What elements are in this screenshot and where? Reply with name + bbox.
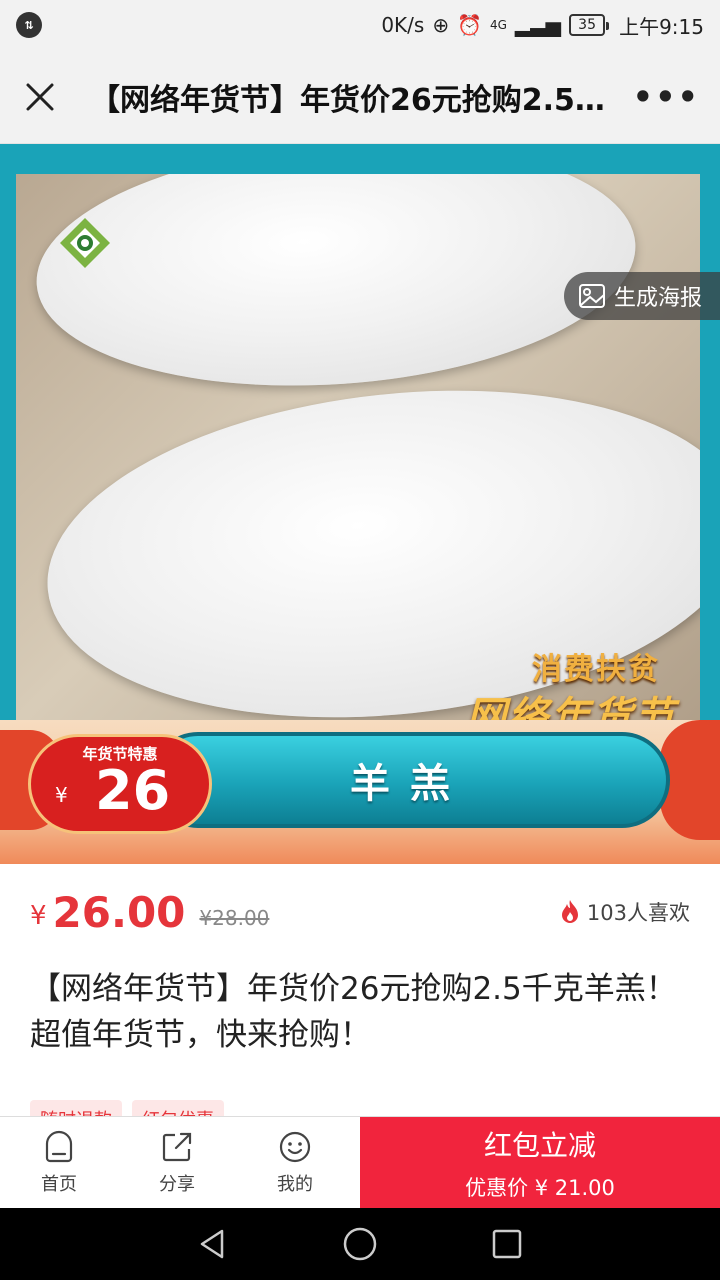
price-currency: ¥ bbox=[30, 901, 47, 931]
battery-icon: 35 bbox=[569, 14, 610, 36]
title-bar: 【网络年货节】年货价26元抢购2.5… ••• bbox=[0, 50, 720, 144]
price-badge: 年货节特惠 ¥ 26 bbox=[28, 734, 212, 834]
nav-mine[interactable]: 我的 bbox=[236, 1117, 354, 1209]
signal-icon: ▂▃▅ bbox=[514, 13, 562, 37]
home-icon bbox=[45, 1130, 73, 1163]
nav-home[interactable]: 首页 bbox=[0, 1117, 118, 1209]
badge-currency: ¥ bbox=[55, 783, 68, 807]
back-triangle-icon bbox=[201, 1229, 224, 1259]
system-recent-button[interactable] bbox=[487, 1224, 527, 1264]
likes-count[interactable]: 103人喜欢 bbox=[559, 897, 690, 927]
bottom-action-bar: 首页 分享 我的 红包立减 优惠价 ¥ 21.00 bbox=[0, 1116, 720, 1209]
original-price: ¥28.00 bbox=[199, 906, 270, 930]
network-type: 4G bbox=[489, 18, 507, 32]
data-icon: ⊕ bbox=[432, 13, 450, 37]
product-name-pill: 羊羔 bbox=[150, 732, 670, 828]
nav-mine-label: 我的 bbox=[277, 1174, 313, 1195]
battery-level: 35 bbox=[578, 17, 596, 33]
status-left: ⇅ bbox=[16, 12, 42, 38]
likes-label: 103人喜欢 bbox=[586, 901, 690, 925]
price-row: ¥ 26.00 ¥28.00 103人喜欢 bbox=[0, 864, 720, 960]
status-right: 0K/s ⊕ ⏰ 4G ▂▃▅ 35 上午9:15 bbox=[381, 11, 704, 40]
share-icon bbox=[162, 1132, 192, 1162]
product-banner: 羊羔 年货节特惠 ¥ 26 bbox=[0, 720, 720, 864]
buy-discount-price: 优惠价 ¥ 21.00 bbox=[465, 1176, 615, 1200]
close-button[interactable] bbox=[20, 77, 60, 117]
clock: 上午9:15 bbox=[619, 14, 704, 39]
close-icon bbox=[26, 83, 54, 110]
nav-home-label: 首页 bbox=[41, 1174, 77, 1195]
nav-share-label: 分享 bbox=[159, 1174, 195, 1195]
more-icon: ••• bbox=[632, 77, 700, 116]
generate-poster-button[interactable]: 生成海报 bbox=[563, 272, 720, 320]
badge-price: 26 bbox=[95, 759, 171, 822]
buy-title: 红包立减 bbox=[483, 1129, 596, 1162]
status-bar: ⇅ 0K/s ⊕ ⏰ 4G ▂▃▅ 35 上午9:15 bbox=[0, 0, 720, 50]
fire-icon bbox=[561, 900, 578, 923]
watermark-line1: 消费扶贫 bbox=[532, 652, 660, 687]
brand-logo-icon bbox=[60, 218, 110, 268]
current-price: 26.00 bbox=[52, 887, 186, 937]
product-description: 【网络年货节】年货价26元抢购2.5千克羊羔！超值年货节，快来抢购！ bbox=[30, 971, 677, 1053]
system-nav-bar bbox=[0, 1208, 720, 1280]
data-saver-icon: ⇅ bbox=[16, 12, 42, 38]
generate-poster-label: 生成海报 bbox=[613, 286, 702, 311]
network-speed: 0K/s bbox=[381, 13, 425, 37]
nav-share[interactable]: 分享 bbox=[118, 1117, 236, 1209]
alarm-icon: ⏰ bbox=[457, 13, 482, 37]
page-title: 【网络年货节】年货价26元抢购2.5… bbox=[90, 82, 605, 118]
hero-image-area: 消费扶贫 网络年货节 生成海报 羊羔 年货节特惠 ¥ 26 bbox=[0, 144, 720, 864]
cake-top bbox=[28, 174, 644, 405]
recent-square-icon bbox=[492, 1229, 521, 1259]
buy-button[interactable]: 红包立减 优惠价 ¥ 21.00 bbox=[360, 1117, 720, 1209]
system-home-button[interactable] bbox=[340, 1224, 380, 1264]
system-back-button[interactable] bbox=[193, 1224, 233, 1264]
more-button[interactable]: ••• bbox=[633, 78, 700, 116]
image-icon bbox=[578, 284, 605, 308]
smile-icon bbox=[279, 1131, 311, 1163]
product-name: 羊羔 bbox=[350, 761, 470, 807]
home-circle-icon bbox=[343, 1227, 377, 1261]
